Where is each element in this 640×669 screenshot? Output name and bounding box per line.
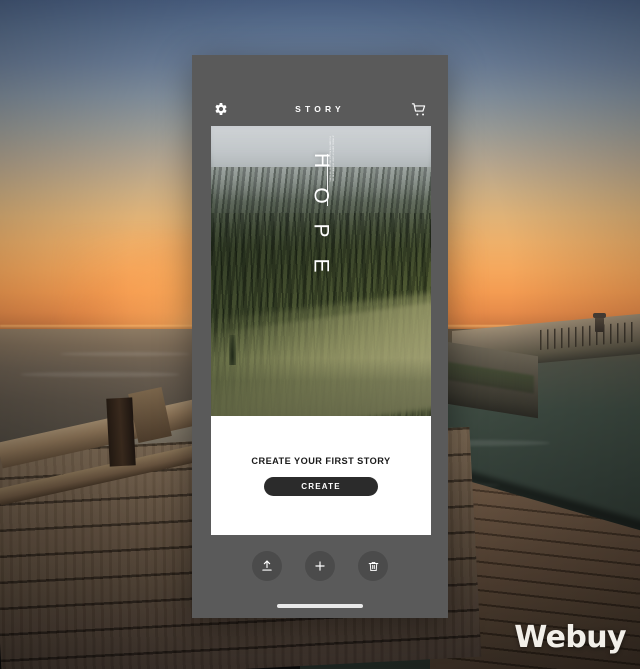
- cta-title: CREATE YOUR FIRST STORY: [251, 455, 391, 466]
- add-button[interactable]: [305, 551, 335, 581]
- story-microtext: A TRAVEL DIARY OF QUIET MORNINGS IN THE …: [329, 135, 334, 182]
- webuy-watermark: Webuy: [514, 620, 626, 655]
- delete-button[interactable]: [358, 551, 388, 581]
- bottom-toolbar: [192, 551, 448, 581]
- headline-letter: E: [309, 258, 333, 273]
- upload-icon: [260, 559, 274, 573]
- plus-icon: [313, 559, 327, 573]
- screenshot-stage: STORY H O P E A TRAVEL DIARY OF QUIET MO…: [0, 0, 640, 669]
- shopping-cart-icon: [411, 101, 428, 118]
- create-story-card: CREATE YOUR FIRST STORY CREATE: [211, 416, 431, 535]
- trash-icon: [367, 560, 380, 573]
- home-indicator: [277, 604, 363, 608]
- headline-letter: P: [309, 223, 333, 238]
- create-button[interactable]: CREATE: [264, 476, 378, 496]
- phone-mockup: STORY H O P E A TRAVEL DIARY OF QUIET MO…: [192, 55, 448, 618]
- gear-icon: [213, 101, 229, 117]
- page-title: STORY: [295, 104, 345, 114]
- settings-button[interactable]: [210, 98, 232, 120]
- forest-foreground-shade: [211, 358, 431, 416]
- headline-letter: O: [309, 187, 333, 204]
- cart-button[interactable]: [408, 98, 430, 120]
- app-header: STORY: [192, 89, 448, 129]
- story-preview-card[interactable]: H O P E A TRAVEL DIARY OF QUIET MORNINGS…: [211, 126, 431, 416]
- upload-button[interactable]: [252, 551, 282, 581]
